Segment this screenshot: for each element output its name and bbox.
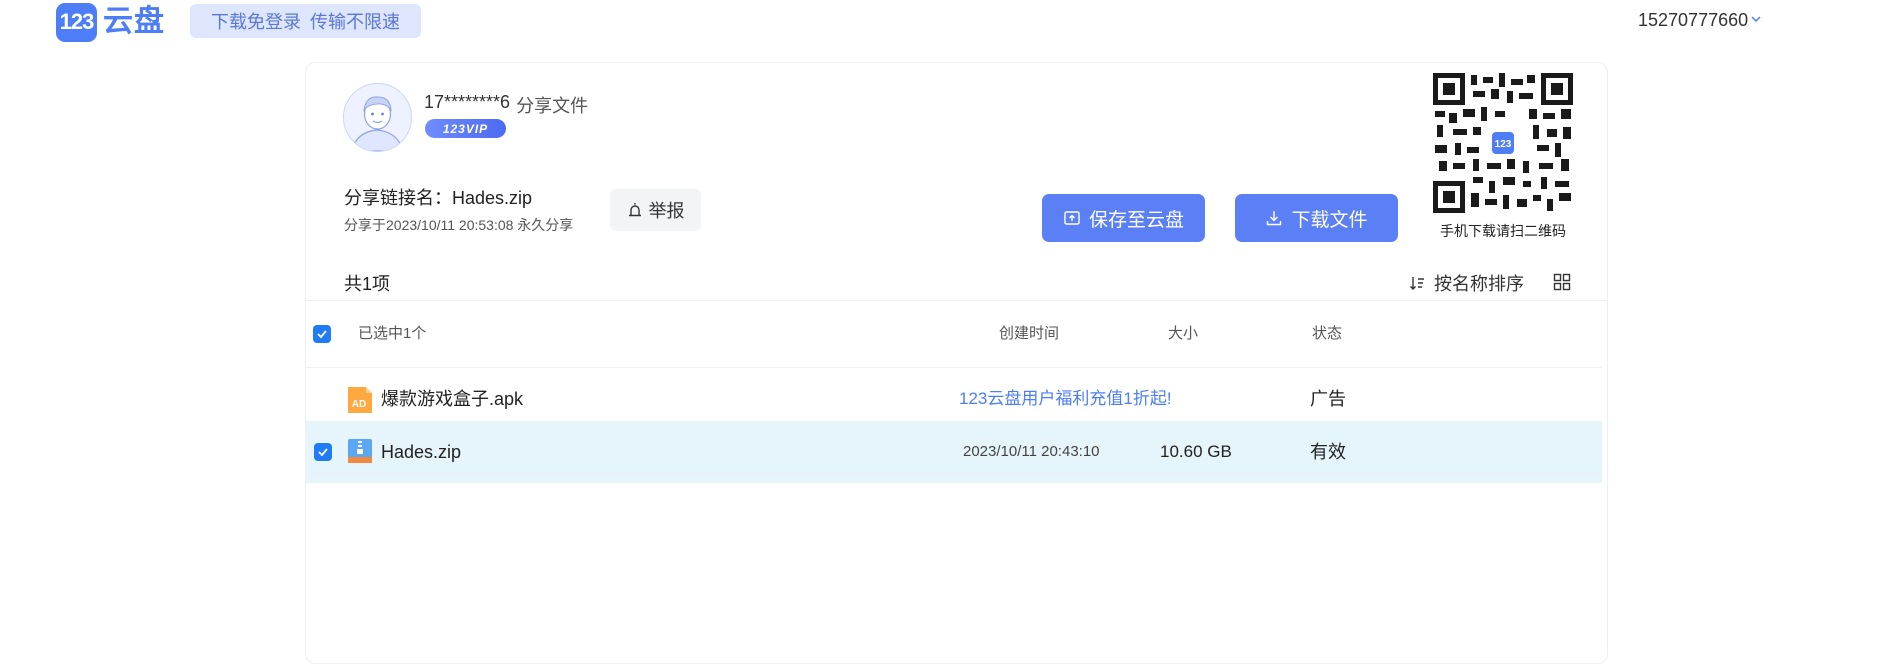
download-icon: [1267, 211, 1282, 226]
download-label: 下载文件: [1291, 209, 1368, 231]
svg-text:AD: AD: [352, 399, 366, 410]
logo-text: 云盘: [103, 5, 165, 38]
select-all-checkbox[interactable]: [313, 325, 331, 343]
sort-label: 按名称排序: [1434, 274, 1524, 294]
chevron-down-icon: [1751, 16, 1761, 23]
column-status: 状态: [1312, 325, 1343, 342]
share-timestamp: 分享于2023/10/11 20:53:08 永久分享: [344, 217, 574, 233]
qr-caption: 手机下载请扫二维码: [1440, 223, 1566, 239]
column-size[interactable]: 大小: [1168, 301, 1198, 367]
save-label: 保存至云盘: [1088, 209, 1184, 231]
vip-badge: 123VIP: [425, 119, 506, 138]
grid-view-icon[interactable]: [1552, 272, 1572, 292]
report-button[interactable]: 举报: [610, 189, 701, 231]
share-link-name: 分享链接名：Hades.zip: [344, 188, 533, 208]
check-icon: [317, 330, 327, 339]
slogan-banner: 下载免登录 传输不限速: [190, 4, 421, 38]
download-file-button[interactable]: 下载文件: [1235, 194, 1398, 242]
brand-logo[interactable]: 123 云盘: [56, 2, 174, 42]
owner-name: 17********6: [424, 92, 511, 112]
alarm-icon: [628, 203, 641, 217]
ad-file-icon: AD: [348, 387, 372, 413]
sort-icon: [1410, 277, 1424, 290]
selected-count: 已选中1个: [358, 325, 427, 342]
svg-text:123: 123: [1495, 139, 1512, 150]
share-owner: 17********6 分享文件: [424, 92, 588, 118]
logo-mark: 123: [56, 2, 97, 42]
avatar: [343, 83, 412, 152]
owner-suffix: 分享文件: [516, 96, 589, 116]
column-created[interactable]: 创建时间: [999, 301, 1059, 367]
account-menu[interactable]: 15270777660: [1638, 10, 1762, 31]
share-card: 17********6 分享文件 123VIP 分享链接名：Hades.zip …: [305, 62, 1608, 664]
save-to-cloud-button[interactable]: 保存至云盘: [1042, 194, 1205, 242]
avatar-illustration: [344, 84, 411, 151]
qr-code[interactable]: 123: [1433, 73, 1573, 213]
item-count: 共1项: [344, 274, 391, 294]
report-label: 举报: [648, 201, 685, 221]
zip-file-icon: [348, 439, 372, 463]
table-header: 已选中1个 创建时间 大小 状态: [306, 301, 1602, 368]
folder-upload-icon: [1064, 211, 1080, 225]
row-checkbox[interactable]: [314, 443, 332, 461]
row-divider: [306, 474, 1602, 475]
check-icon: [318, 448, 328, 457]
sort-button[interactable]: 按名称排序: [1409, 270, 1524, 296]
account-number: 15270777660: [1638, 10, 1749, 30]
